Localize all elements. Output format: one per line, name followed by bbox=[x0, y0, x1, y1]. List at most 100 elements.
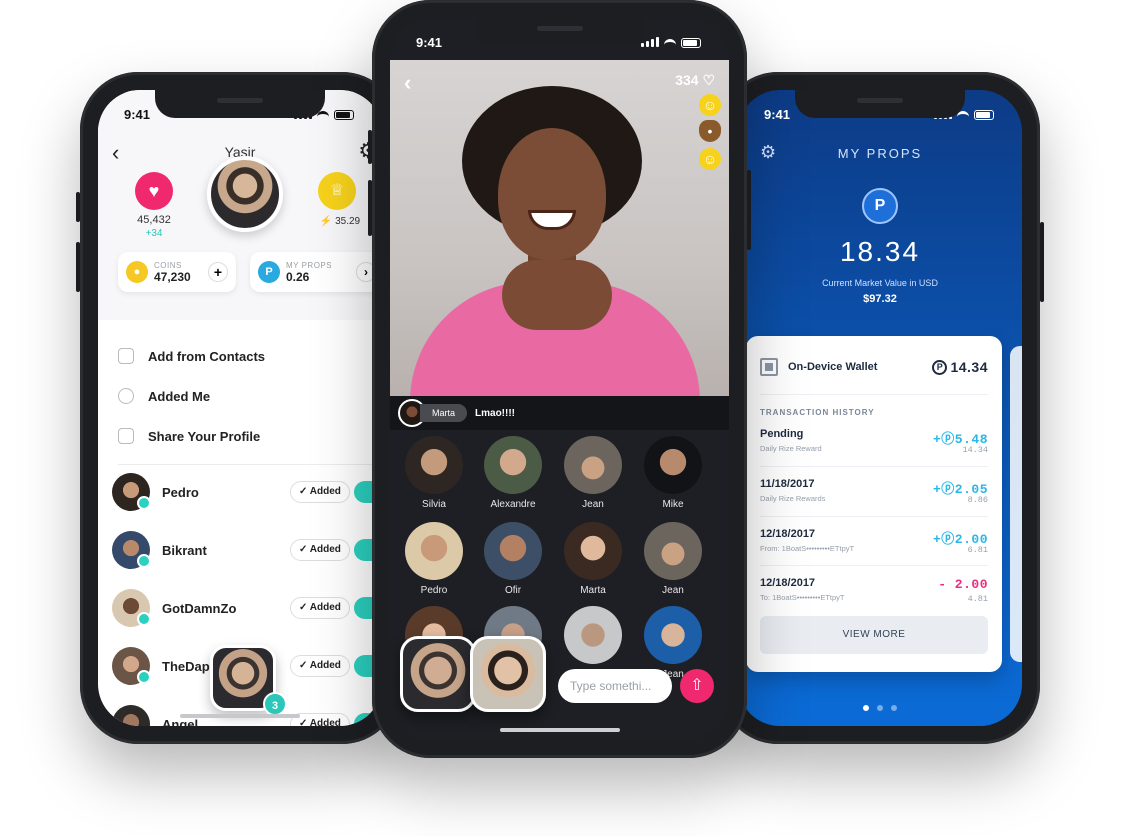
participant[interactable]: Jean bbox=[554, 436, 632, 510]
profile-card-icon bbox=[118, 428, 134, 444]
added-button[interactable]: ✓ Added bbox=[290, 539, 350, 561]
home-indicator bbox=[180, 714, 300, 718]
share-icon[interactable]: ⇧ bbox=[680, 669, 714, 703]
battery-icon bbox=[681, 38, 701, 49]
divider bbox=[760, 516, 988, 517]
props-amount: 18.34 bbox=[839, 236, 921, 267]
laughing-emoji-icon[interactable]: ☺ bbox=[699, 94, 721, 116]
page-dot[interactable] bbox=[891, 705, 897, 711]
participant[interactable]: Silvia bbox=[395, 436, 473, 510]
tx-balance: 4.81 bbox=[967, 594, 988, 604]
participant[interactable] bbox=[554, 606, 632, 669]
added-button[interactable]: ✓ Added bbox=[290, 597, 350, 619]
tx-description: Daily Rize Reward bbox=[760, 444, 822, 453]
phone-profile: 9:41 ‹ Yasir ⚙ ♥ 45,432 +34 ♕ ⚡ 35.29 ● … bbox=[76, 72, 400, 744]
avatar bbox=[644, 606, 702, 664]
next-card-peek[interactable] bbox=[1010, 346, 1022, 662]
tx-date: 11/18/2017 bbox=[760, 478, 815, 490]
avatar bbox=[484, 436, 542, 494]
grinning-emoji-icon[interactable]: ☺ bbox=[699, 148, 721, 170]
props-logo-icon: P bbox=[862, 188, 898, 224]
wallet-balance: P 14.34 bbox=[932, 359, 988, 376]
likes-counter[interactable]: 334 ♡ bbox=[675, 72, 715, 89]
coins-value: 47,230 bbox=[154, 269, 191, 284]
participant[interactable]: Ofir bbox=[474, 522, 552, 596]
status-time: 9:41 bbox=[416, 34, 443, 50]
chat-username: Marta bbox=[420, 404, 468, 422]
heart-icon: ♡ bbox=[702, 72, 715, 88]
tx-description: To: 1BoatS•••••••••ETtpyT bbox=[760, 593, 845, 602]
tx-description: Daily Rize Rewards bbox=[760, 494, 826, 503]
transaction-row[interactable]: 12/18/2017 To: 1BoatS•••••••••ETtpyT - 2… bbox=[760, 577, 988, 621]
avatar bbox=[112, 473, 151, 511]
props-coin-icon: P bbox=[932, 360, 948, 376]
history-heading: TRANSACTION HISTORY bbox=[760, 408, 875, 417]
friend-row[interactable]: GotDamnZo ✓ Added bbox=[112, 586, 382, 630]
participant-name: Pedro bbox=[420, 585, 448, 596]
crown-value-text: 35.29 bbox=[335, 216, 361, 227]
added-button[interactable]: ✓ Added bbox=[290, 655, 350, 677]
menu-share-profile[interactable]: Share Your Profile bbox=[118, 428, 382, 444]
coins-card[interactable]: ● COINS 47,230 + bbox=[118, 252, 236, 292]
divider bbox=[118, 464, 382, 465]
participant-name: Jean bbox=[582, 499, 604, 510]
menu-label: Added Me bbox=[148, 388, 211, 404]
likes-count: 334 bbox=[675, 72, 699, 88]
chat-button[interactable] bbox=[353, 713, 374, 726]
avatar bbox=[112, 705, 150, 726]
avatar bbox=[112, 531, 151, 569]
self-video-thumbnail[interactable] bbox=[400, 636, 476, 712]
live-room-screen: 9:41 ‹ 334 ♡ ☺ • ☺ Marta Lmao!!!! Silvia… bbox=[390, 18, 729, 740]
participant[interactable]: Jean bbox=[634, 522, 712, 596]
tx-balance: 6.81 bbox=[967, 545, 988, 555]
hearts-delta: +34 bbox=[145, 228, 163, 239]
participant-name: Ofir bbox=[504, 585, 522, 596]
crown-icon[interactable]: ♕ bbox=[318, 172, 356, 210]
props-card[interactable]: P MY PROPS 0.26 › bbox=[250, 252, 382, 292]
menu-label: Share Your Profile bbox=[148, 428, 261, 444]
added-button[interactable]: ✓ Added bbox=[290, 481, 350, 503]
add-coins-button[interactable]: + bbox=[208, 262, 228, 282]
participant[interactable]: Mike bbox=[634, 436, 712, 510]
participant-name: Mike bbox=[662, 499, 684, 510]
message-input[interactable]: Type somethi... bbox=[558, 669, 672, 703]
participant[interactable]: Alexandre bbox=[474, 436, 552, 510]
chat-button[interactable] bbox=[353, 655, 374, 677]
friend-row[interactable]: Pedro ✓ Added bbox=[112, 470, 382, 514]
status-time: 9:41 bbox=[124, 106, 151, 122]
view-more-button[interactable]: VIEW MORE bbox=[760, 616, 988, 654]
battery-icon bbox=[974, 110, 994, 121]
divider bbox=[760, 565, 988, 566]
crown-value: ⚡ 35.29 bbox=[319, 216, 361, 227]
avatar bbox=[564, 606, 622, 664]
live-video[interactable]: ‹ 334 ♡ ☺ • ☺ bbox=[390, 60, 729, 396]
chat-button[interactable] bbox=[353, 539, 374, 561]
battery-icon bbox=[334, 110, 354, 121]
friend-name: GotDamnZo bbox=[162, 600, 237, 616]
tx-date: Pending bbox=[760, 428, 804, 440]
guest-video-thumbnail[interactable] bbox=[470, 636, 546, 712]
avatar bbox=[112, 647, 151, 685]
usd-value: $97.32 bbox=[863, 293, 897, 305]
heart-icon[interactable]: ♥ bbox=[135, 172, 173, 210]
page-dot[interactable] bbox=[863, 705, 869, 711]
profile-avatar[interactable] bbox=[207, 156, 283, 232]
phone-live-room: 9:41 ‹ 334 ♡ ☺ • ☺ Marta Lmao!!!! Silvia… bbox=[368, 0, 751, 758]
tx-date: 12/18/2017 bbox=[760, 577, 816, 589]
menu-added-me[interactable]: Added Me bbox=[118, 388, 382, 404]
wallet-row[interactable]: On-Device Wallet P 14.34 bbox=[760, 358, 988, 376]
chat-button[interactable] bbox=[353, 597, 374, 619]
avatar bbox=[564, 522, 622, 580]
participant[interactable]: Marta bbox=[554, 522, 632, 596]
participant[interactable]: Pedro bbox=[395, 522, 473, 596]
qr-code-icon bbox=[760, 358, 778, 376]
menu-add-contacts[interactable]: Add from Contacts bbox=[118, 348, 382, 364]
friend-row[interactable]: Bikrant ✓ Added bbox=[112, 528, 382, 572]
status-time: 9:41 bbox=[764, 106, 791, 122]
home-indicator bbox=[499, 728, 620, 732]
chat-button[interactable] bbox=[353, 481, 374, 503]
poop-emoji-icon[interactable]: • bbox=[699, 120, 721, 142]
divider bbox=[760, 466, 988, 467]
back-icon[interactable]: ‹ bbox=[404, 70, 411, 96]
page-dot[interactable] bbox=[877, 705, 883, 711]
